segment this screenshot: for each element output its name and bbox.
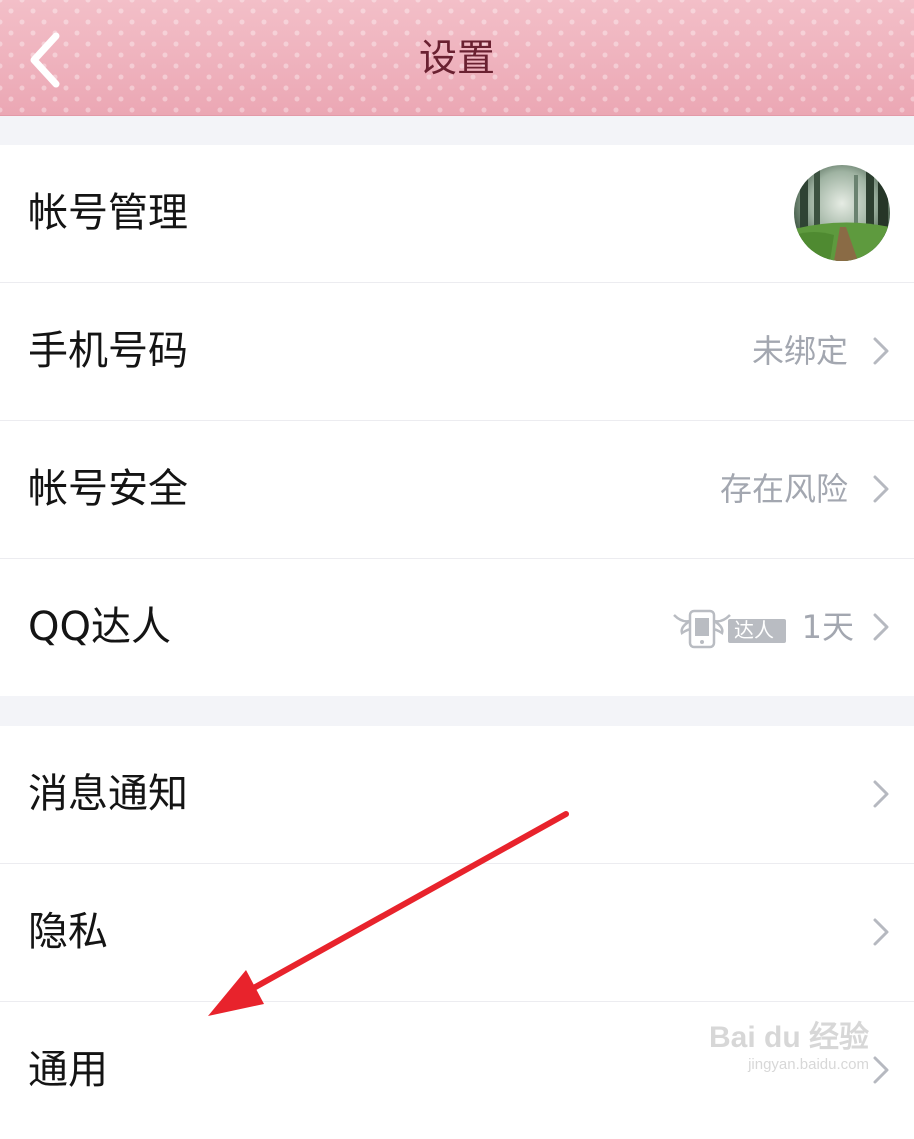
phone-status-value: 未绑定 [751, 332, 848, 370]
row-label: 消息通知 [28, 771, 188, 817]
security-status-value: 存在风险 [719, 470, 848, 508]
daren-badge-text: 达人 [734, 618, 774, 642]
row-message-notification[interactable]: 消息通知 [0, 726, 914, 864]
row-account-security[interactable]: 帐号安全 存在风险 [0, 421, 914, 559]
row-privacy[interactable]: 隐私 [0, 864, 914, 1002]
chevron-right-icon [873, 613, 889, 641]
account-settings-group: 帐号管理 手机号码 未绑定 帐号安全 存在风险 QQ达人 达人 1天 [0, 145, 914, 696]
page-title: 设置 [418, 36, 495, 80]
row-qq-daren[interactable]: QQ达人 达人 1天 [0, 559, 914, 696]
daren-badge: 达人 [670, 605, 788, 651]
chevron-right-icon [873, 1056, 889, 1084]
row-label: 手机号码 [28, 328, 188, 374]
nav-header: 设置 [0, 0, 914, 116]
chevron-right-icon [873, 918, 889, 946]
row-account-management[interactable]: 帐号管理 [0, 145, 914, 283]
row-general[interactable]: 通用 [0, 1002, 914, 1139]
row-label: 帐号管理 [28, 190, 188, 236]
chevron-right-icon [873, 780, 889, 808]
general-settings-group: 消息通知 隐私 通用 [0, 726, 914, 1139]
chevron-right-icon [873, 337, 889, 365]
row-label: 通用 [28, 1047, 108, 1093]
row-label: 帐号安全 [28, 466, 188, 512]
avatar [794, 165, 890, 261]
row-phone-number[interactable]: 手机号码 未绑定 [0, 283, 914, 421]
chevron-right-icon [873, 475, 889, 503]
row-label: 隐私 [28, 909, 108, 955]
row-label: QQ达人 [28, 604, 171, 650]
daren-days-value: 1天 [801, 608, 854, 646]
